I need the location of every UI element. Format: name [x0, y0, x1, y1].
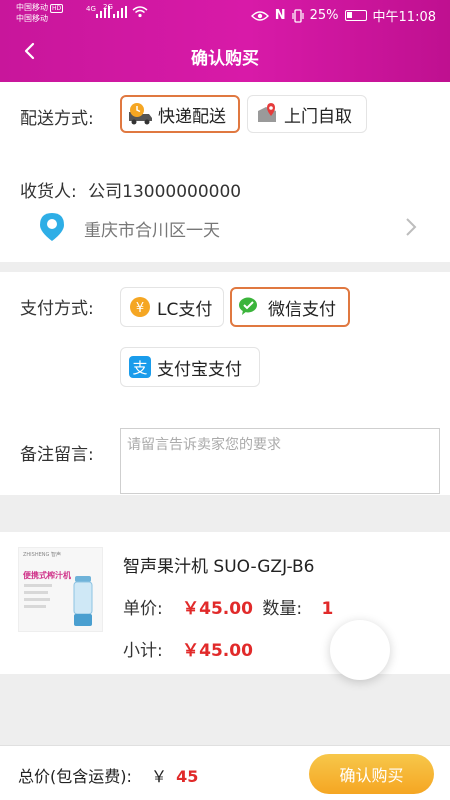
subtotal-label: 小计: [123, 641, 163, 661]
payment-option-alipay[interactable]: 支 支付宝支付 [120, 347, 260, 387]
image-line [24, 605, 46, 608]
carrier-1: 中国移动 [16, 3, 48, 12]
quantity-label: 数量: [262, 599, 303, 619]
receiver-row[interactable]: 收货人: 公司13000000000 [20, 177, 241, 202]
remark-input[interactable] [120, 428, 440, 494]
subtotal-value: ￥45.00 [182, 641, 253, 661]
location-pin-icon [40, 213, 64, 241]
delivery-option-label: 上门自取 [284, 106, 352, 127]
receiver-name-phone: 公司13000000000 [88, 182, 242, 202]
carrier-info: 中国移动 HD 中国移动 [16, 2, 64, 24]
carrier-2: 中国移动 [16, 14, 48, 23]
delivery-option-label: 快递配送 [158, 106, 226, 127]
hd-badge: HD [50, 4, 64, 13]
juicer-bottle-icon [73, 576, 93, 626]
confirm-purchase-button[interactable]: 确认购买 [309, 754, 434, 794]
bottom-bar: 总价(包含运费): ￥ 45 确认购买 [0, 745, 450, 800]
status-bar: 中国移动 HD 中国移动 4G 2G N 25% 中午11:08 [0, 0, 450, 30]
unit-price: ￥45.00 [182, 599, 253, 619]
image-line [24, 598, 50, 601]
chevron-right-icon [406, 218, 417, 236]
signal-2-icon [113, 6, 127, 18]
yen-coin-icon: ¥ [127, 294, 153, 320]
svg-text:¥: ¥ [136, 301, 144, 316]
payment-option-label: 微信支付 [268, 299, 336, 320]
title-row: 确认购买 [0, 30, 450, 80]
delivery-option-pickup[interactable]: 上门自取 [247, 95, 367, 133]
total-row: 总价(包含运费): ￥ 45 [18, 763, 198, 787]
delivery-label: 配送方式: [20, 109, 94, 129]
payment-label: 支付方式: [20, 299, 94, 319]
wechat-icon [238, 294, 264, 320]
delivery-option-express[interactable]: 快递配送 [120, 95, 240, 133]
signal-2-label: 2G [103, 3, 113, 11]
product-image-caption: 便携式榨汁机 [23, 571, 71, 580]
page-title: 确认购买 [191, 49, 259, 69]
clock: 中午11:08 [372, 10, 436, 25]
delivery-truck-icon [128, 101, 154, 127]
floating-assistant-button[interactable] [330, 620, 390, 680]
receiver-label: 收货人: [20, 182, 77, 202]
product-image-brand: ZHISHENG 智声 [23, 552, 61, 558]
total-label: 总价(包含运费): [18, 767, 132, 786]
total-value: 45 [176, 767, 199, 786]
battery-icon [344, 10, 367, 21]
payment-option-wechat[interactable]: 微信支付 [230, 287, 350, 327]
nfc-icon: N [274, 8, 286, 23]
payment-option-label: LC支付 [157, 299, 213, 320]
address-text: 重庆市合川区一天 [84, 221, 220, 241]
subtotal-row: 小计: ￥45.00 [123, 636, 253, 661]
payment-option-lc[interactable]: ¥ LC支付 [120, 287, 224, 327]
address-row[interactable]: 重庆市合川区一天 [0, 207, 450, 247]
currency-symbol: ￥ [150, 767, 167, 786]
product-name: 智声果汁机 SUO-GZJ-B6 [123, 557, 315, 577]
remark-label: 备注留言: [20, 445, 94, 465]
image-line [24, 584, 52, 587]
header-bar: 中国移动 HD 中国移动 4G 2G N 25% 中午11:08 确认购买 [0, 0, 450, 82]
eye-icon [250, 10, 269, 21]
status-right: N 25% 中午11:08 [250, 6, 436, 25]
unit-price-label: 单价: [123, 599, 163, 619]
svg-text:支: 支 [132, 359, 147, 377]
battery-text: 25% [309, 8, 339, 23]
pickup-location-icon [254, 101, 280, 127]
wifi-icon [132, 6, 148, 18]
payment-card: 支付方式: ¥ LC支付 微信支付 支 支付宝支付 备注留言: [0, 272, 450, 495]
image-line [24, 591, 48, 594]
price-row: 单价: ￥45.00 数量: 1 [123, 594, 333, 619]
alipay-icon: 支 [127, 354, 153, 380]
vibrate-icon [292, 8, 304, 23]
payment-option-label: 支付宝支付 [157, 359, 242, 380]
product-image[interactable]: ZHISHENG 智声 便携式榨汁机 [18, 547, 103, 632]
delivery-card: 配送方式: 快递配送 上门自取 收货人: 公司13000000000 重庆市合川… [0, 82, 450, 262]
quantity-value: 1 [321, 599, 334, 619]
signal-1-label: 4G [86, 5, 96, 13]
